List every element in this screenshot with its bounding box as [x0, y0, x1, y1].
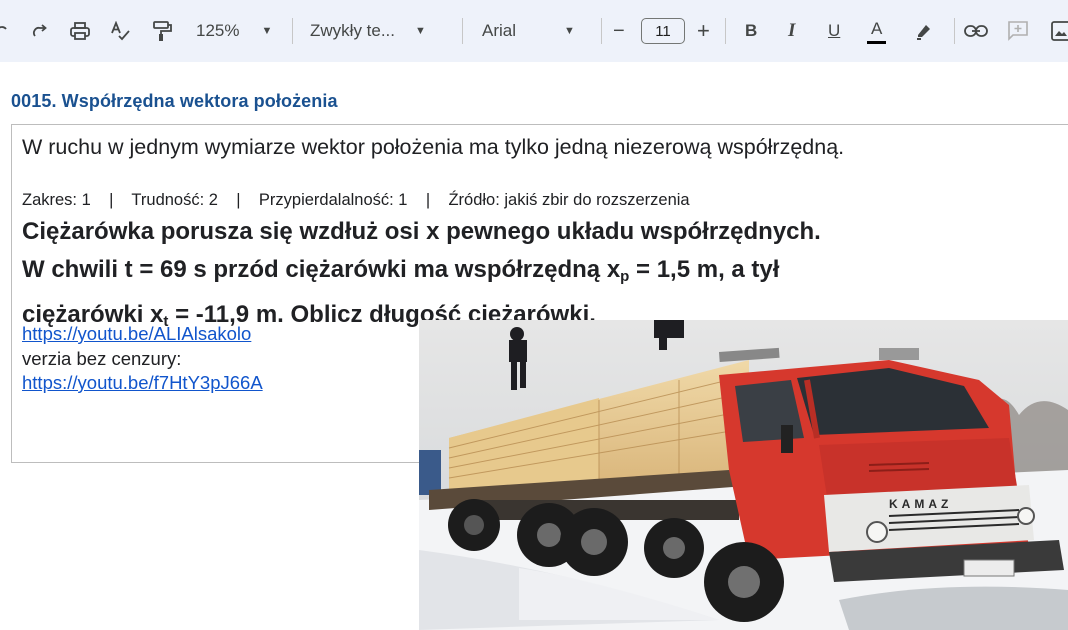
link-icon	[964, 25, 988, 37]
section-heading: 0015. Współrzędna wektora położenia	[11, 91, 338, 111]
text-color-icon: A	[866, 19, 887, 44]
problem-line-1: Ciężarówka porusza się wzdłuż osi x pewn…	[22, 218, 821, 245]
italic-button[interactable]: I	[788, 16, 795, 46]
problem-text: = 1,5 m, a tył	[629, 256, 780, 283]
divider	[292, 18, 293, 44]
style-value: Zwykły te...	[310, 21, 396, 40]
truck-illustration: KAMAZ	[419, 320, 1068, 630]
intro-text: W ruchu w jednym wymiarze wektor położen…	[22, 135, 845, 159]
problem-line-2: W chwili t = 69 s przód ciężarówki ma ws…	[22, 251, 1062, 296]
divider	[462, 18, 463, 44]
font-size-input[interactable]: 11	[641, 18, 685, 44]
font-select[interactable]: Arial ▼	[482, 16, 575, 46]
bold-button[interactable]: B	[745, 16, 757, 46]
comment-icon	[1008, 21, 1028, 41]
chevron-down-icon: ▼	[564, 25, 575, 37]
minus-icon: −	[613, 19, 625, 42]
spellcheck-icon[interactable]	[108, 16, 132, 46]
divider	[954, 18, 955, 44]
redo-arrow-icon[interactable]	[28, 16, 50, 46]
font-value: Arial	[482, 21, 517, 40]
uncensored-label: verzia bez cenzury:	[22, 348, 182, 369]
video-link-1[interactable]: https://youtu.be/ALIAlsakolo	[22, 323, 251, 345]
meta-info: Zakres: 1 | Trudność: 2 | Przypierdalaln…	[22, 191, 690, 209]
underline-button[interactable]: U	[828, 16, 840, 46]
highlight-button[interactable]	[914, 16, 934, 46]
text-color-button[interactable]: A	[866, 14, 887, 44]
subscript: p	[620, 268, 630, 285]
zoom-value: 125%	[196, 21, 240, 40]
truck-photo: KAMAZ	[419, 320, 1068, 630]
add-comment-button[interactable]	[1007, 16, 1029, 46]
style-select[interactable]: Zwykły te... ▼	[310, 16, 426, 46]
italic-icon: I	[788, 20, 796, 41]
insert-link-button[interactable]	[964, 16, 988, 46]
truck-brand: KAMAZ	[889, 497, 952, 511]
video-link-2[interactable]: https://youtu.be/f7HtY3pJ66A	[22, 372, 263, 394]
toolbar: 125% ▼ Zwykły te... ▼ Arial ▼ − 11 + B I…	[0, 0, 1068, 62]
bold-icon: B	[745, 21, 758, 40]
problem-text: W chwili t = 69 s przód ciężarówki ma ws…	[22, 256, 621, 283]
divider	[601, 18, 602, 44]
decrease-font-size-button[interactable]: −	[613, 16, 625, 46]
font-size-value: 11	[655, 22, 671, 40]
increase-font-size-button[interactable]: +	[697, 16, 710, 46]
chevron-down-icon: ▼	[261, 25, 273, 37]
print-icon[interactable]	[68, 16, 92, 46]
redo-icon[interactable]	[0, 16, 10, 46]
image-icon	[1051, 21, 1068, 41]
plus-icon: +	[697, 18, 710, 43]
highlighter-icon	[917, 25, 930, 40]
divider	[725, 18, 726, 44]
zoom-select[interactable]: 125% ▼	[196, 16, 272, 46]
paint-format-icon[interactable]	[150, 16, 174, 46]
insert-image-button[interactable]	[1050, 16, 1068, 46]
chevron-down-icon: ▼	[415, 25, 426, 37]
underline-icon: U	[828, 21, 841, 40]
